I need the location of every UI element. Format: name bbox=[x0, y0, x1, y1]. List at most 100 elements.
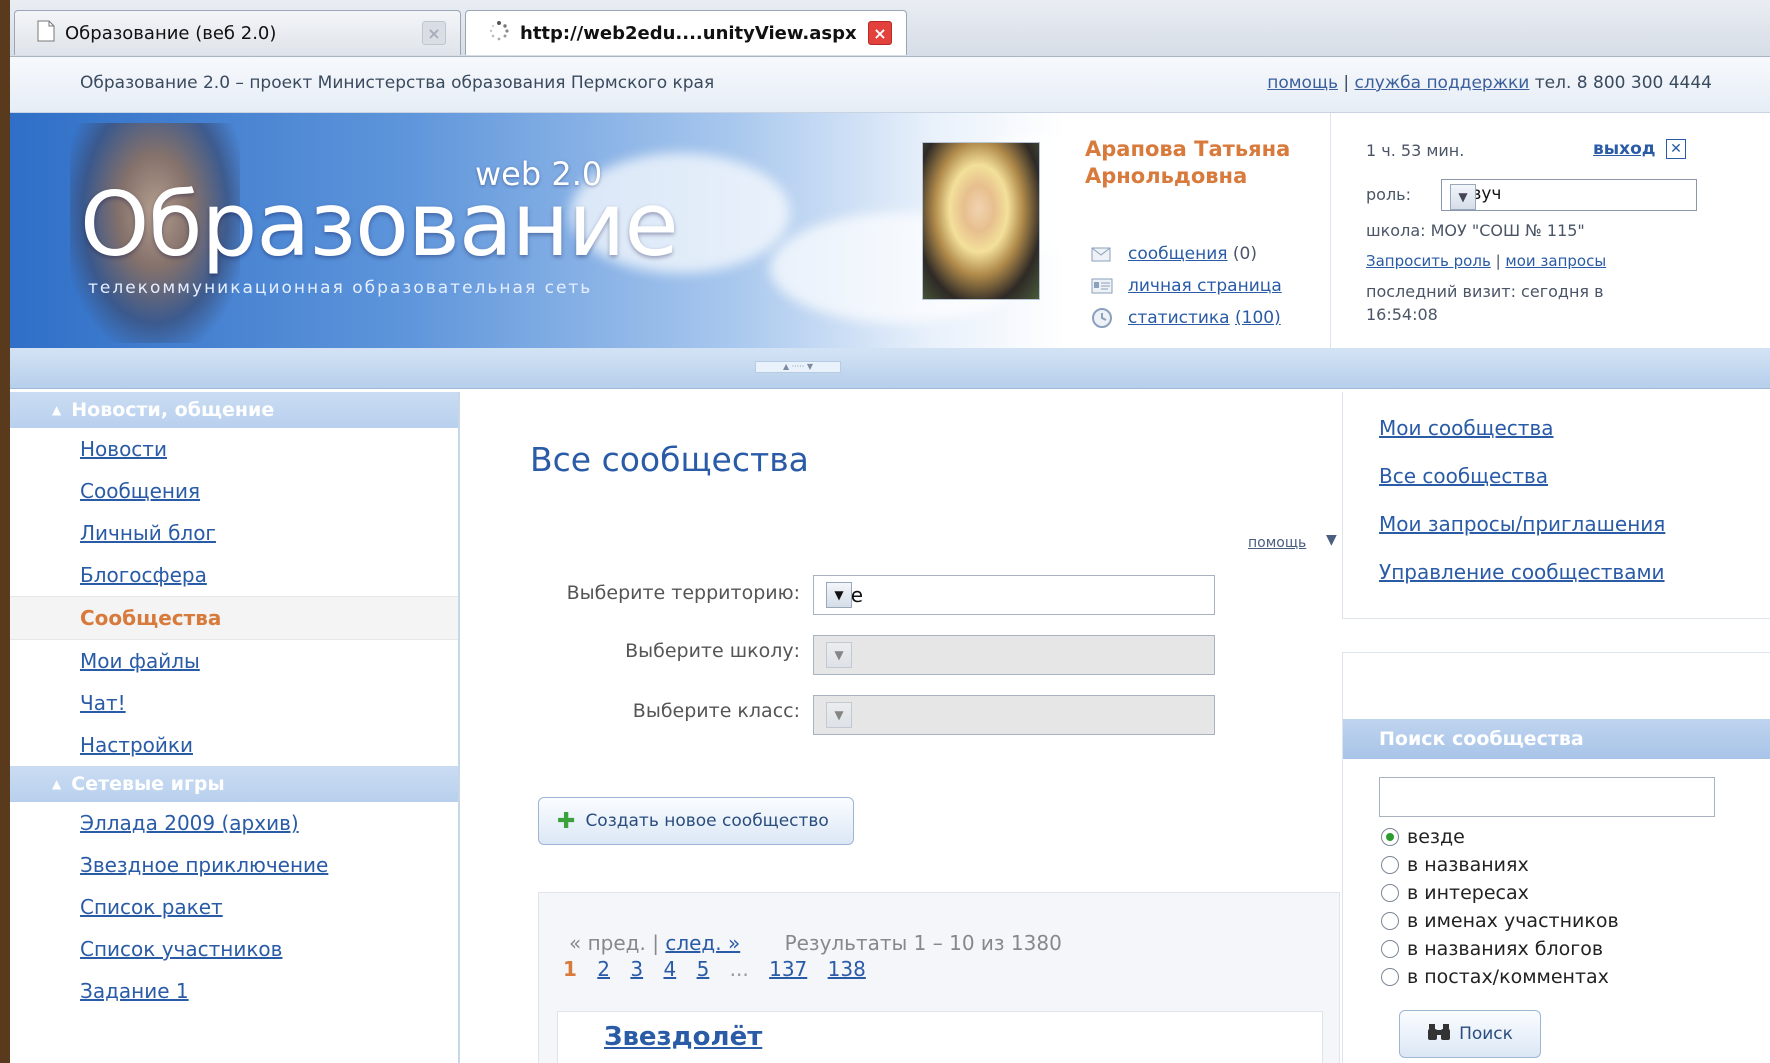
section-network-games[interactable]: ▲ Сетевые игры bbox=[10, 766, 458, 802]
nav-link[interactable]: Звездное приключение bbox=[80, 853, 328, 877]
role-request-links: Запросить роль | мои запросы bbox=[1366, 252, 1607, 270]
menu-link[interactable]: Все сообщества bbox=[1379, 464, 1548, 488]
nav-item-hellas-2009[interactable]: Эллада 2009 (архив) bbox=[10, 802, 458, 844]
page-link[interactable]: 5 bbox=[697, 957, 710, 981]
territory-select[interactable]: Все ▼ bbox=[813, 575, 1215, 615]
page-title: Все сообщества bbox=[530, 440, 809, 479]
nav-link[interactable]: Список участников bbox=[80, 937, 282, 961]
page-link[interactable]: 138 bbox=[828, 957, 866, 981]
logo-title[interactable]: Образование bbox=[80, 173, 679, 276]
nav-link[interactable]: Чат! bbox=[80, 691, 126, 715]
my-requests-link[interactable]: мои запросы bbox=[1505, 252, 1606, 270]
menu-link[interactable]: Мои сообщества bbox=[1379, 416, 1553, 440]
chevron-down-icon[interactable]: ▼ bbox=[1450, 184, 1476, 210]
phone-number: тел. 8 800 300 4444 bbox=[1534, 73, 1712, 93]
radio-in-blog-names[interactable]: в названиях блогов bbox=[1381, 935, 1619, 963]
user-avatar[interactable] bbox=[922, 142, 1040, 300]
radio-button[interactable] bbox=[1381, 940, 1399, 958]
support-link[interactable]: служба поддержки bbox=[1355, 73, 1530, 93]
nav-item-task-1[interactable]: Задание 1 bbox=[10, 970, 458, 1012]
radio-label: в именах участников bbox=[1407, 910, 1619, 932]
menu-item-my-communities[interactable]: Мои сообщества bbox=[1343, 404, 1770, 452]
statistics-count[interactable]: (100) bbox=[1235, 302, 1281, 334]
menu-link[interactable]: Управление сообществами bbox=[1379, 560, 1665, 584]
request-role-link[interactable]: Запросить роль bbox=[1366, 252, 1491, 270]
nav-link[interactable]: Эллада 2009 (архив) bbox=[80, 811, 299, 835]
search-button-label: Поиск bbox=[1459, 1024, 1513, 1044]
nav-item-settings[interactable]: Настройки bbox=[10, 724, 458, 766]
radio-in-interests[interactable]: в интересах bbox=[1381, 879, 1619, 907]
page-link[interactable]: 3 bbox=[630, 957, 643, 981]
personal-page-link[interactable]: личная страница bbox=[1128, 270, 1282, 302]
nav-item-news[interactable]: Новости bbox=[10, 428, 458, 470]
nav-link[interactable]: Сообщения bbox=[80, 479, 200, 503]
user-links: сообщения (0) личная страница статистика… bbox=[1090, 238, 1282, 334]
radio-label: в постах/комментах bbox=[1407, 966, 1609, 988]
help-link[interactable]: помощь ▼ bbox=[1248, 532, 1337, 551]
tab-community-view[interactable]: http://web2edu....unityView.aspx × bbox=[465, 10, 907, 55]
radio-in-member-names[interactable]: в именах участников bbox=[1381, 907, 1619, 935]
community-search-panel: Поиск сообщества везде в названиях в инт… bbox=[1342, 652, 1770, 1063]
page-icon bbox=[37, 20, 55, 47]
radio-button[interactable] bbox=[1381, 828, 1399, 846]
nav-link[interactable]: Список ракет bbox=[80, 895, 223, 919]
logout-close-icon[interactable]: ✕ bbox=[1666, 139, 1686, 159]
radio-button[interactable] bbox=[1381, 856, 1399, 874]
close-tab-icon[interactable]: × bbox=[868, 21, 892, 45]
role-select[interactable]: Завуч ▼ bbox=[1441, 179, 1697, 211]
menu-item-all-communities[interactable]: Все сообщества bbox=[1343, 452, 1770, 500]
create-community-button[interactable]: ✚ Создать новое сообщество bbox=[538, 797, 854, 845]
menu-link[interactable]: Мои запросы/приглашения bbox=[1379, 512, 1665, 536]
nav-link[interactable]: Мои файлы bbox=[80, 649, 200, 673]
statistics-link[interactable]: статистика bbox=[1128, 302, 1230, 334]
nav-item-rocket-list[interactable]: Список ракет bbox=[10, 886, 458, 928]
radio-label: в названиях блогов bbox=[1407, 938, 1604, 960]
radio-everywhere[interactable]: везде bbox=[1381, 823, 1619, 851]
envelope-icon bbox=[1090, 244, 1114, 264]
tab-label: http://web2edu....unityView.aspx bbox=[520, 22, 857, 44]
radio-in-names[interactable]: в названиях bbox=[1381, 851, 1619, 879]
nav-item-messages[interactable]: Сообщения bbox=[10, 470, 458, 512]
messages-link[interactable]: сообщения bbox=[1128, 238, 1228, 270]
nav-item-my-files[interactable]: Мои файлы bbox=[10, 640, 458, 682]
nav-link[interactable]: Настройки bbox=[80, 733, 193, 757]
section-news-communication[interactable]: ▲ Новости, общение bbox=[10, 392, 458, 428]
nav-link[interactable]: Задание 1 bbox=[80, 979, 189, 1003]
nav-item-participants-list[interactable]: Список участников bbox=[10, 928, 458, 970]
nav-item-communities[interactable]: Сообщества bbox=[10, 596, 458, 640]
chevron-down-icon[interactable]: ▼ bbox=[826, 582, 852, 608]
nav-link[interactable]: Новости bbox=[80, 437, 167, 461]
loading-icon bbox=[488, 20, 510, 47]
menu-item-my-requests[interactable]: Мои запросы/приглашения bbox=[1343, 500, 1770, 548]
page-link[interactable]: 2 bbox=[597, 957, 610, 981]
splitter-handle[interactable]: ▲ ····· ▼ bbox=[755, 361, 841, 373]
class-select[interactable]: ▼ bbox=[813, 695, 1215, 735]
radio-button[interactable] bbox=[1381, 912, 1399, 930]
tab-education[interactable]: Образование (веб 2.0) × bbox=[14, 10, 461, 55]
search-button[interactable]: Поиск bbox=[1399, 1010, 1541, 1058]
radio-button[interactable] bbox=[1381, 884, 1399, 902]
radio-in-posts-comments[interactable]: в постах/комментах bbox=[1381, 963, 1619, 991]
chevron-down-icon[interactable]: ▼ bbox=[826, 642, 852, 668]
next-page-link[interactable]: след. » bbox=[665, 931, 740, 955]
nav-link[interactable]: Личный блог bbox=[80, 521, 216, 545]
radio-label: в названиях bbox=[1407, 854, 1529, 876]
chevron-down-icon[interactable]: ▼ bbox=[826, 702, 852, 728]
search-input[interactable] bbox=[1379, 777, 1715, 817]
school-select[interactable]: ▼ bbox=[813, 635, 1215, 675]
close-tab-icon[interactable]: × bbox=[422, 21, 446, 45]
nav-item-personal-blog[interactable]: Личный блог bbox=[10, 512, 458, 554]
page-link[interactable]: 4 bbox=[663, 957, 676, 981]
help-link[interactable]: помощь bbox=[1267, 73, 1338, 93]
nav-item-star-adventure[interactable]: Звездное приключение bbox=[10, 844, 458, 886]
menu-item-manage-communities[interactable]: Управление сообществами bbox=[1343, 548, 1770, 596]
radio-button[interactable] bbox=[1381, 968, 1399, 986]
nav-item-chat[interactable]: Чат! bbox=[10, 682, 458, 724]
logo-subtitle: телекоммуникационная образовательная сет… bbox=[88, 278, 593, 298]
nav-item-blogosphere[interactable]: Блогосфера bbox=[10, 554, 458, 596]
page-link[interactable]: 137 bbox=[769, 957, 807, 981]
logout-link[interactable]: выход bbox=[1593, 139, 1656, 159]
nav-link[interactable]: Блогосфера bbox=[80, 563, 207, 587]
community-title-link[interactable]: Звездолёт bbox=[604, 1022, 762, 1052]
session-time: 1 ч. 53 мин. bbox=[1366, 141, 1465, 160]
